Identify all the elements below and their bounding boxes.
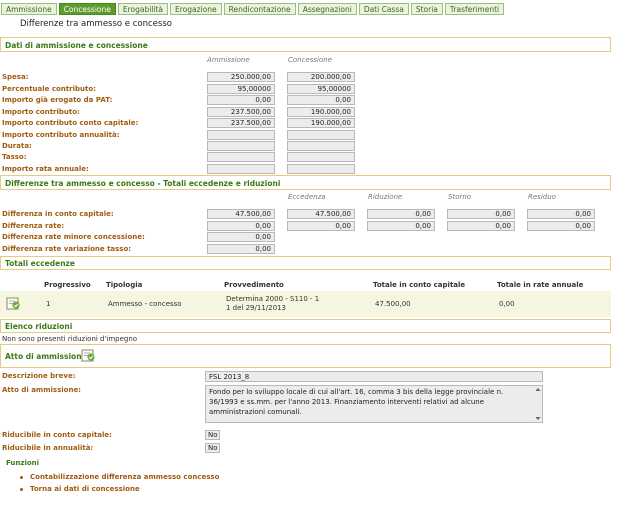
field-diff-rate-eccedenza: 0,00 [287,221,355,231]
section-title-atto: Atto di ammissione [5,352,87,361]
section-title-differenze: Differenze tra ammesso e concesso - Tota… [5,179,281,188]
funzioni-title: Funzioni [6,459,40,467]
field-annualita-ammissione [207,130,275,140]
label-erogato: Importo già erogato da PAT: [2,96,113,104]
th-tipologia: Tipologia [106,281,143,289]
field-diff-capitale-riduzione: 0,00 [367,209,435,219]
label-percentuale: Percentuale contributo: [2,85,96,93]
link-torna-concessione[interactable]: Torna ai dati di concessione [30,485,140,493]
field-spesa-concessione: 200.000,00 [287,72,355,82]
col-header-residuo: Residuo [528,193,556,201]
field-diff-capitale-storno: 0,00 [447,209,515,219]
section-dati: Dati di ammissione e concessione [0,37,611,52]
cell-provvedimento-2: 1 del 29/11/2013 [226,304,286,312]
field-durata-ammissione [207,141,275,151]
cell-totale-rate: 0,00 [499,300,515,308]
cell-totale-capitale: 47.500,00 [375,300,411,308]
tab-rendicontazione[interactable]: Rendicontazione [223,3,296,15]
label-spesa: Spesa: [2,73,29,81]
field-diff-rate-minore: 0,00 [207,232,275,242]
riduzioni-empty-text: Non sono presenti riduzioni d'impegno [2,335,138,343]
field-contributo-ammissione: 237.500,00 [207,107,275,117]
field-contributo-concessione: 190.000,00 [287,107,355,117]
section-title-riduzioni: Elenco riduzioni [5,322,73,331]
th-totale-rate: Totale in rate annuale [497,281,584,289]
field-erogato-ammissione: 0,00 [207,95,275,105]
section-title-totali: Totali eccedenze [5,259,75,268]
field-diff-rate-residuo: 0,00 [527,221,595,231]
label-riducibile-capitale: Riducibile in conto capitale: [2,431,112,439]
col-header-riduzione: Riduzione [368,193,403,201]
tab-erogazione[interactable]: Erogazione [170,3,222,15]
field-atto-ammissione[interactable]: Fondo per lo sviluppo locale di cui all'… [205,385,543,423]
field-diff-rate-tasso: 0,00 [207,244,275,254]
label-descrizione-breve: Descrizione breve: [2,372,76,380]
field-erogato-concessione: 0,00 [287,95,355,105]
field-spesa-ammissione: 250.000,00 [207,72,275,82]
bullet-icon [20,488,23,491]
label-tasso: Tasso: [2,153,27,161]
section-riduzioni: Elenco riduzioni [0,319,611,333]
label-riducibile-annualita: Riducibile in annualità: [2,444,94,452]
field-capitale-concessione: 190.000,00 [287,118,355,128]
field-diff-rate: 0,00 [207,221,275,231]
cell-progressivo: 1 [46,300,51,308]
field-diff-capitale-eccedenza: 47.500,00 [287,209,355,219]
field-capitale-ammissione: 237.500,00 [207,118,275,128]
field-durata-concessione [287,141,355,151]
tab-assegnazioni[interactable]: Assegnazioni [297,3,357,15]
field-diff-rate-storno: 0,00 [447,221,515,231]
label-diff-capitale: Differenza in conto capitale: [2,210,114,218]
col-header-concessione: Concessione [288,56,333,64]
cell-provvedimento-1: Determina 2000 - S110 - 1 [226,295,320,303]
field-percentuale-concessione: 95,00000 [287,84,355,94]
section-title-dati: Dati di ammissione e concessione [5,41,148,50]
label-importo-contributo: Importo contributo: [2,108,80,116]
field-tasso-concessione [287,152,355,162]
label-diff-rate: Differenza rate: [2,222,65,230]
tab-storia[interactable]: Storia [410,3,443,15]
col-header-eccedenza: Eccedenza [288,193,326,201]
section-differenze: Differenze tra ammesso e concesso - Tota… [0,175,611,190]
field-tasso-ammissione [207,152,275,162]
field-annualita-concessione [287,130,355,140]
link-contabilizzazione[interactable]: Contabilizzazione differenza ammesso con… [30,473,219,481]
field-rata-concessione [287,164,355,174]
th-totale-capitale: Totale in conto capitale [373,281,466,289]
label-diff-rate-minore: Differenza rate minore concessione: [2,233,145,241]
label-contributo-annualita: Importo contributo annualità: [2,131,120,139]
label-atto-ammissione: Atto di ammissione: [2,386,81,394]
label-contributo-capitale: Importo contributo conto capitale: [2,119,139,127]
tab-erogabilita[interactable]: Erogabilità [117,3,169,15]
label-durata: Durata: [2,142,32,150]
tab-dati-cassa[interactable]: Dati Cassa [358,3,409,15]
field-descrizione-breve: FSL 2013_8 [205,371,543,382]
col-header-ammissione: Ammissione [207,56,250,64]
cell-tipologia: Ammesso - concesso [108,300,182,308]
label-rata-annuale: Importo rata annuale: [2,165,89,173]
tab-bar: Ammissione Concessione Erogabilità Eroga… [1,3,506,15]
field-riducibile-capitale: No [205,430,220,440]
tab-concessione[interactable]: Concessione [58,3,116,15]
scrollbar-arrows-icon[interactable] [535,387,541,421]
edit-document-icon[interactable] [6,296,22,310]
field-riducibile-annualita: No [205,443,220,453]
field-diff-rate-riduzione: 0,00 [367,221,435,231]
th-progressivo: Progressivo [44,281,91,289]
col-header-storno: Storno [448,193,472,201]
field-rata-ammissione [207,164,275,174]
label-diff-rate-tasso: Differenza rate variazione tasso: [2,245,132,253]
page-title: Differenze tra ammesso e concesso [20,19,172,29]
field-diff-capitale: 47.500,00 [207,209,275,219]
tab-trasferimenti[interactable]: Trasferimenti [444,3,505,15]
edit-atto-icon[interactable] [81,348,97,362]
section-totali: Totali eccedenze [0,256,611,270]
field-diff-capitale-residuo: 0,00 [527,209,595,219]
th-provvedimento: Provvedimento [224,281,284,289]
field-percentuale-ammissione: 95,00000 [207,84,275,94]
bullet-icon [20,476,23,479]
tab-ammissione[interactable]: Ammissione [1,3,57,15]
